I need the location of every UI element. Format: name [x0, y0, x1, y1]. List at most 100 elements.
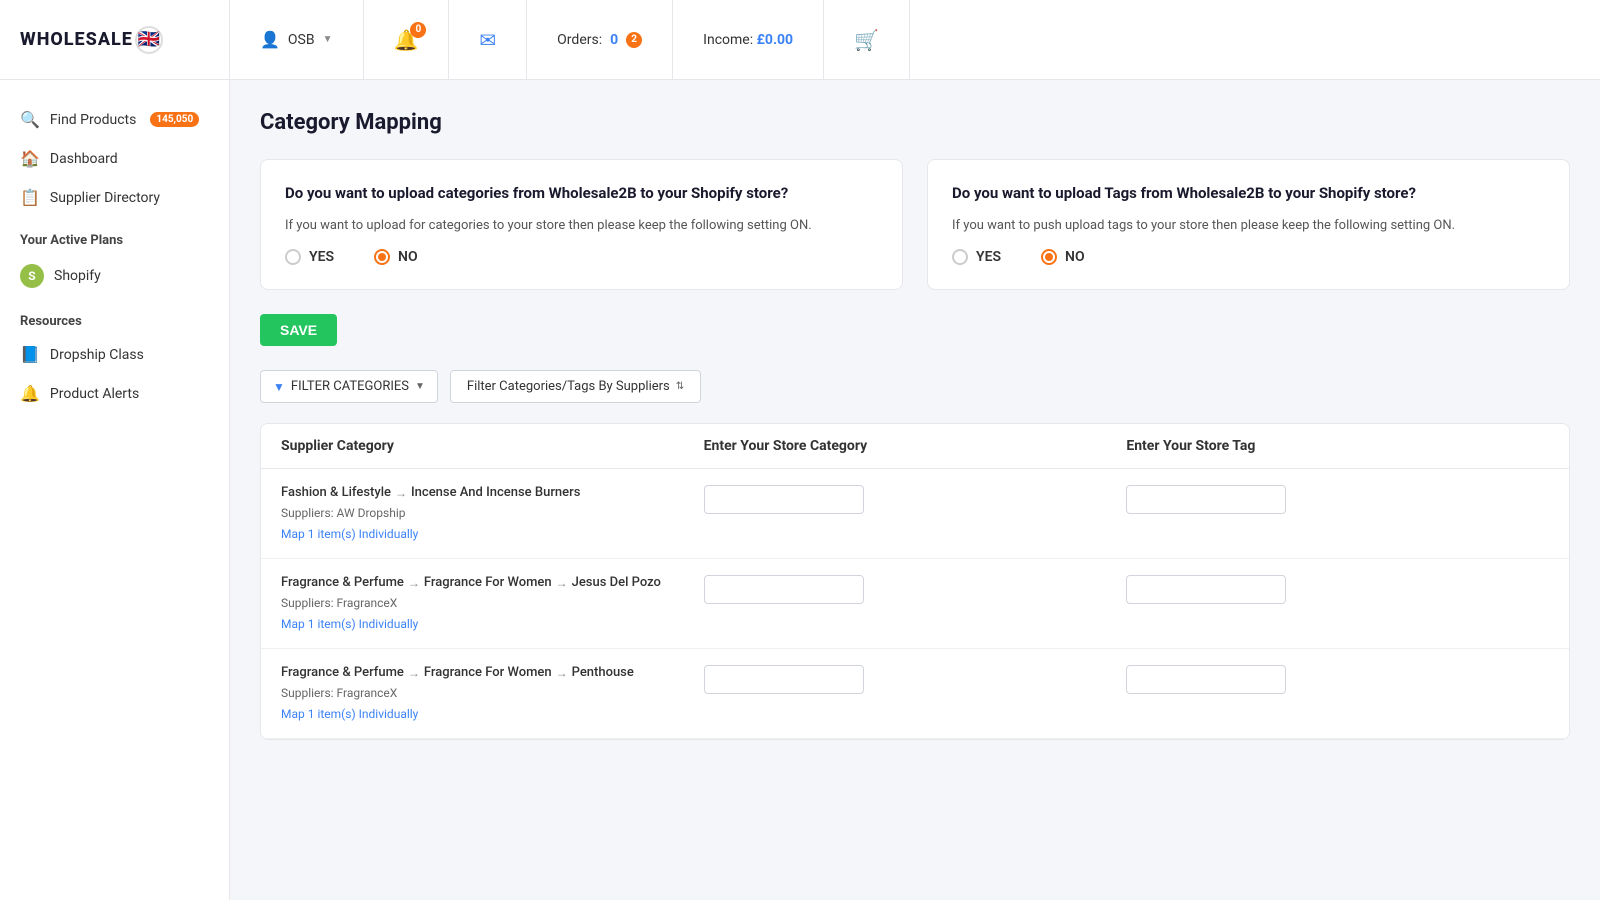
upload-categories-no-radio[interactable]: NO	[374, 249, 418, 265]
table-row: Fashion & Lifestyle → Incense And Incens…	[261, 469, 1569, 559]
mail-icon: ✉	[479, 28, 496, 52]
store-category-cell-2	[704, 665, 1127, 694]
row-content-2: Fragrance & Perfume → Fragrance For Wome…	[281, 665, 1549, 722]
your-active-plans-title: Your Active Plans	[0, 217, 229, 254]
store-tag-input-2[interactable]	[1126, 665, 1286, 694]
header-supplier-category: Supplier Category	[281, 438, 704, 454]
upload-tags-yes-radio[interactable]: YES	[952, 249, 1001, 265]
upload-categories-question: Do you want to upload categories from Wh…	[285, 184, 878, 202]
sidebar-item-product-alerts[interactable]: 🔔 Product Alerts	[0, 374, 229, 413]
sidebar-item-supplier-directory[interactable]: 📋 Supplier Directory	[0, 178, 229, 217]
upload-categories-radio-group: YES NO	[285, 249, 878, 265]
header-nav: 👤 OSB ▼ 🔔 0 ✉ Orders: 0 2 Income: £0.00	[230, 0, 1600, 79]
user-menu[interactable]: 👤 OSB ▼	[230, 0, 364, 79]
cat-arrow-0-1: →	[395, 486, 407, 500]
orders-info: Orders: 0 2	[557, 32, 642, 48]
map-link-1[interactable]: Map 1 item(s) Individually	[281, 617, 418, 631]
dashboard-icon: 🏠	[20, 149, 40, 168]
income-value: £0.00	[757, 32, 793, 48]
store-tag-input-0[interactable]	[1126, 485, 1286, 514]
filter-categories-dropdown[interactable]: ▼ FILTER CATEGORIES ▼	[260, 370, 438, 403]
store-category-input-1[interactable]	[704, 575, 864, 604]
dropship-class-label: Dropship Class	[50, 347, 144, 363]
cart-icon: 🛒	[854, 28, 879, 52]
no-radio-circle	[374, 249, 390, 265]
messages-button[interactable]: ✉	[449, 0, 527, 79]
orders-section[interactable]: Orders: 0 2	[527, 0, 673, 79]
yes-radio-circle	[285, 249, 301, 265]
tags-yes-radio-label: YES	[976, 249, 1001, 265]
supplier-category-cell-0: Fashion & Lifestyle → Incense And Incens…	[281, 485, 704, 542]
find-products-label: Find Products	[50, 112, 136, 128]
upload-categories-yes-radio[interactable]: YES	[285, 249, 334, 265]
sidebar-item-dropship-class[interactable]: 📘 Dropship Class	[0, 335, 229, 374]
cart-button[interactable]: 🛒	[824, 0, 910, 79]
dropship-class-icon: 📘	[20, 345, 40, 364]
sidebar-item-dashboard[interactable]: 🏠 Dashboard	[0, 139, 229, 178]
user-icon: 👤	[260, 30, 280, 49]
supplier-filter-dropdown[interactable]: Filter Categories/Tags By Suppliers ⇅	[450, 370, 701, 403]
table-row: Fragrance & Perfume → Fragrance For Wome…	[261, 649, 1569, 739]
upload-categories-card: Do you want to upload categories from Wh…	[260, 159, 903, 290]
filter-categories-label: FILTER CATEGORIES	[291, 379, 409, 394]
upload-tags-card: Do you want to upload Tags from Wholesal…	[927, 159, 1570, 290]
cat-name-1-1: Fragrance & Perfume	[281, 575, 404, 590]
category-mapping-table: Supplier Category Enter Your Store Categ…	[260, 423, 1570, 740]
store-category-cell-1	[704, 575, 1127, 604]
supplier-filter-label: Filter Categories/Tags By Suppliers	[467, 379, 670, 394]
store-category-input-0[interactable]	[704, 485, 864, 514]
user-name-label: OSB	[288, 32, 315, 48]
store-tag-cell-2	[1126, 665, 1549, 694]
header-store-tag: Enter Your Store Tag	[1126, 438, 1549, 454]
cat-arrow-2-2: →	[556, 666, 568, 680]
sidebar-item-find-products[interactable]: 🔍 Find Products 145,050	[0, 100, 229, 139]
income-section: Income: £0.00	[673, 0, 824, 79]
category-path-2: Fragrance & Perfume → Fragrance For Wome…	[281, 665, 704, 680]
logo-container: WHOLESALE 🇬🇧	[0, 0, 230, 79]
upload-categories-hint: If you want to upload for categories to …	[285, 218, 878, 233]
store-tag-input-1[interactable]	[1126, 575, 1286, 604]
cat-name-0-1: Fashion & Lifestyle	[281, 485, 391, 500]
supplier-category-cell-2: Fragrance & Perfume → Fragrance For Wome…	[281, 665, 704, 722]
logo-flag-icon: 🇬🇧	[135, 26, 163, 54]
settings-cards-row: Do you want to upload categories from Wh…	[260, 159, 1570, 290]
row-content-1: Fragrance & Perfume → Fragrance For Wome…	[281, 575, 1549, 632]
save-button[interactable]: SAVE	[260, 314, 337, 346]
tags-no-radio-circle	[1041, 249, 1057, 265]
filter-icon: ▼	[273, 380, 285, 394]
yes-radio-label: YES	[309, 249, 334, 265]
store-category-input-2[interactable]	[704, 665, 864, 694]
main-content: Category Mapping Do you want to upload c…	[230, 80, 1600, 900]
map-link-0[interactable]: Map 1 item(s) Individually	[281, 527, 418, 541]
supplier-category-cell-1: Fragrance & Perfume → Fragrance For Wome…	[281, 575, 704, 632]
suppliers-text-2: Suppliers: FragranceX	[281, 686, 704, 700]
sidebar-item-shopify[interactable]: S Shopify	[0, 254, 229, 298]
orders-badge: 2	[626, 32, 642, 48]
category-path-0: Fashion & Lifestyle → Incense And Incens…	[281, 485, 704, 500]
page-title: Category Mapping	[260, 110, 1570, 135]
supplier-directory-label: Supplier Directory	[50, 190, 160, 206]
cat-arrow-2-1: →	[408, 666, 420, 680]
supplier-directory-icon: 📋	[20, 188, 40, 207]
app-header: WHOLESALE 🇬🇧 👤 OSB ▼ 🔔 0 ✉ Orders: 0 2	[0, 0, 1600, 80]
upload-tags-radio-group: YES NO	[952, 249, 1545, 265]
chevron-down-icon: ▼	[323, 34, 333, 45]
notifications-button[interactable]: 🔔 0	[364, 0, 450, 79]
orders-count: 0	[610, 32, 618, 48]
upload-tags-question: Do you want to upload Tags from Wholesal…	[952, 184, 1545, 202]
cat-name-2-3: Penthouse	[572, 665, 634, 680]
dashboard-label: Dashboard	[50, 151, 118, 167]
no-radio-label: NO	[398, 249, 418, 265]
tags-no-radio-label: NO	[1065, 249, 1085, 265]
cat-arrow-1-2: →	[556, 576, 568, 590]
product-alerts-icon: 🔔	[20, 384, 40, 403]
suppliers-text-0: Suppliers: AW Dropship	[281, 506, 704, 520]
sidebar: 🔍 Find Products 145,050 🏠 Dashboard 📋 Su…	[0, 80, 230, 900]
filter-chevron-icon: ▼	[415, 381, 425, 392]
supplier-filter-chevron-icon: ⇅	[676, 381, 684, 392]
product-alerts-label: Product Alerts	[50, 386, 139, 402]
upload-tags-hint: If you want to push upload tags to your …	[952, 218, 1545, 233]
resources-title: Resources	[0, 298, 229, 335]
upload-tags-no-radio[interactable]: NO	[1041, 249, 1085, 265]
map-link-2[interactable]: Map 1 item(s) Individually	[281, 707, 418, 721]
